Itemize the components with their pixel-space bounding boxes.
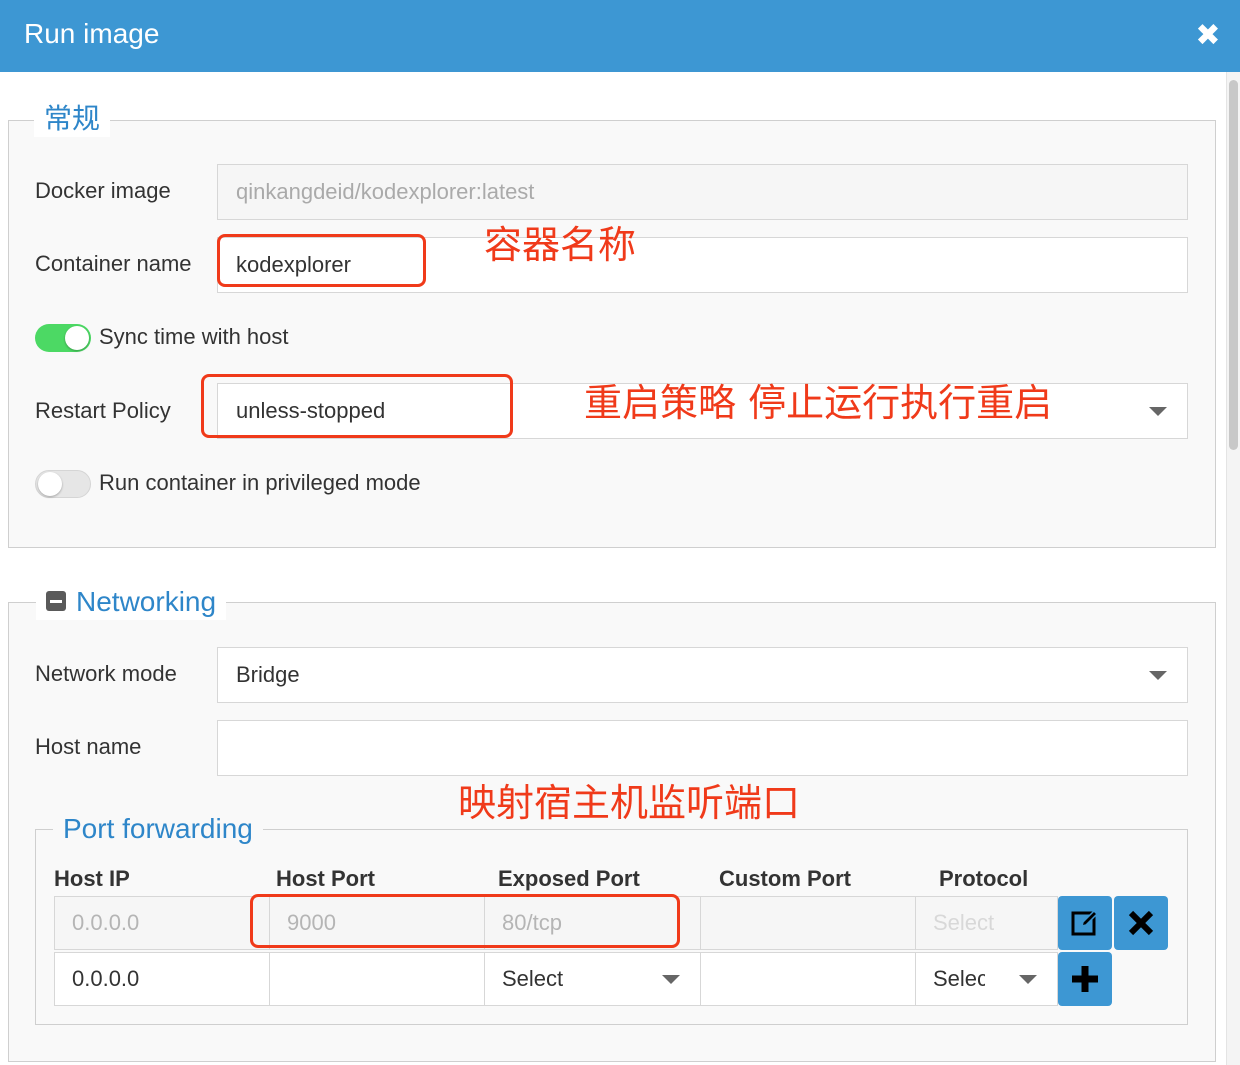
- dialog-titlebar: Run image ✖: [0, 0, 1240, 72]
- column-header-host-port: Host Port: [276, 866, 375, 891]
- column-header-exposed-port: Exposed Port: [498, 866, 640, 891]
- annotation-box-container-name: [217, 234, 426, 287]
- network-mode-select[interactable]: Bridge: [217, 647, 1188, 703]
- row1-protocol: Select: [915, 896, 1058, 950]
- port-forwarding-legend: Port forwarding: [53, 811, 263, 847]
- edit-row-button[interactable]: [1058, 896, 1112, 950]
- close-icon: [1128, 910, 1154, 936]
- annotation-restart-policy: 重启策略 停止运行执行重启: [584, 381, 1053, 425]
- sync-time-toggle[interactable]: [35, 324, 91, 352]
- dialog-title: Run image: [24, 18, 160, 49]
- host-name-label: Host name: [35, 734, 142, 759]
- add-row-button[interactable]: [1058, 952, 1112, 1006]
- edit-icon: [1071, 909, 1099, 936]
- network-mode-label: Network mode: [35, 661, 177, 686]
- close-icon[interactable]: ✖: [1190, 16, 1226, 56]
- row2-custom-port[interactable]: [700, 952, 916, 1006]
- chevron-down-icon: [662, 975, 680, 984]
- column-header-custom-port: Custom Port: [719, 866, 851, 891]
- row1-custom-port: [700, 896, 916, 950]
- docker-image-label: Docker image: [35, 178, 171, 203]
- annotation-container-name: 容器名称: [484, 223, 637, 267]
- annotation-port-mapping: 映射宿主机监听端口: [458, 781, 801, 825]
- chevron-down-icon: [1149, 407, 1167, 416]
- row2-host-port[interactable]: [269, 952, 485, 1006]
- networking-legend[interactable]: Networking: [36, 584, 227, 620]
- delete-row-button[interactable]: [1114, 896, 1168, 950]
- docker-image-input: qinkangdeid/kodexplorer:latest: [217, 164, 1188, 220]
- chevron-down-icon: [1149, 671, 1167, 680]
- container-name-label: Container name: [35, 251, 192, 276]
- plus-icon: [1072, 966, 1098, 992]
- column-header-protocol: Protocol: [939, 866, 1029, 891]
- column-header-host-ip: Host IP: [54, 866, 130, 891]
- host-name-input[interactable]: [217, 720, 1188, 776]
- sync-time-label: Sync time with host: [99, 324, 289, 349]
- row2-protocol-value: Select: [933, 966, 985, 991]
- toggle-knob: [38, 472, 62, 496]
- annotation-box-restart-policy: [201, 374, 513, 438]
- row1-host-ip: 0.0.0.0: [54, 896, 270, 950]
- networking-legend-text: Networking: [76, 586, 217, 617]
- restart-policy-label: Restart Policy: [35, 398, 171, 423]
- general-legend: 常规: [34, 101, 111, 137]
- scrollbar-thumb[interactable]: [1229, 80, 1238, 450]
- privileged-label: Run container in privileged mode: [99, 470, 421, 495]
- chevron-down-icon: [1019, 975, 1037, 984]
- row2-host-ip[interactable]: 0.0.0.0: [54, 952, 270, 1006]
- annotation-box-ports: [250, 894, 680, 948]
- collapse-icon[interactable]: [46, 590, 66, 611]
- privileged-toggle[interactable]: [35, 470, 91, 498]
- toggle-knob: [65, 326, 89, 350]
